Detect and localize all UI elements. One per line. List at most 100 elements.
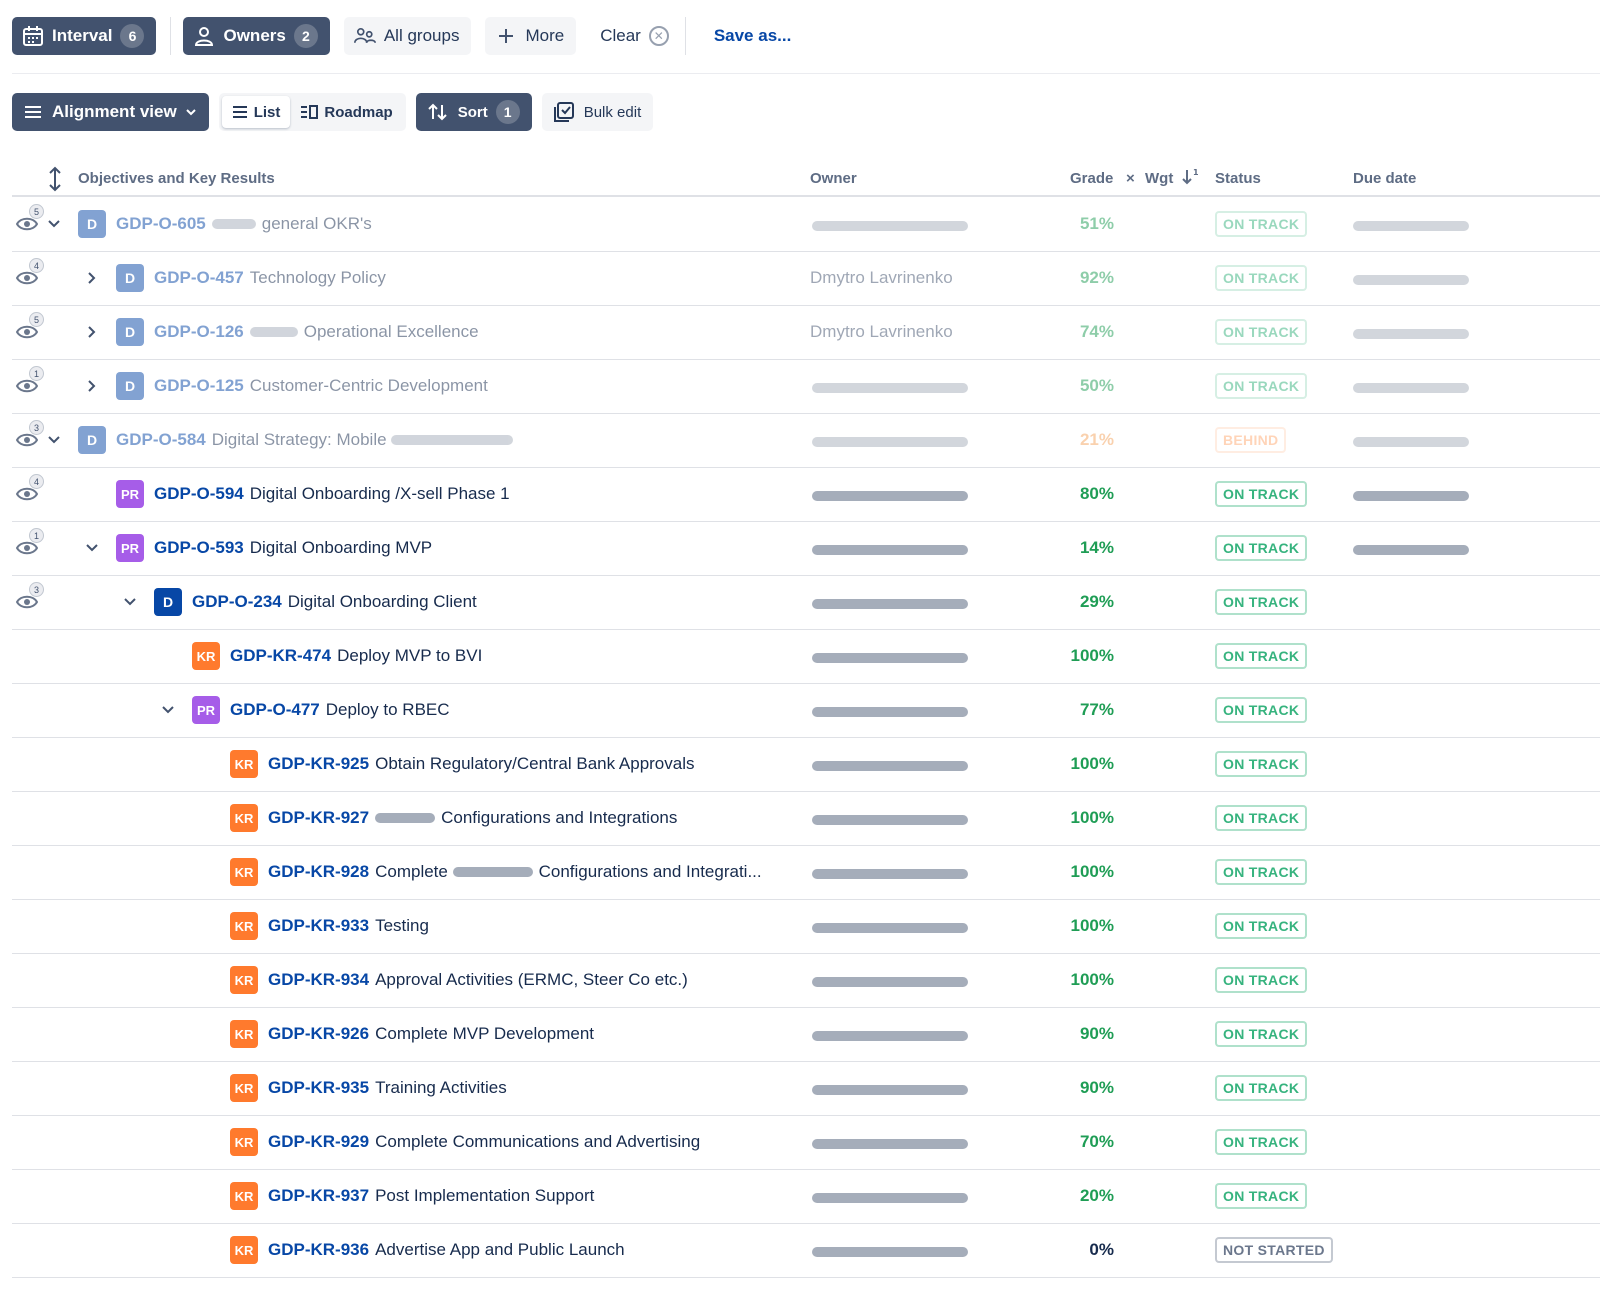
status-badge[interactable]: ON TRACK xyxy=(1215,265,1308,291)
sort-button[interactable]: Sort 1 xyxy=(415,93,532,131)
table-row[interactable]: KR GDP-KR-937 Post Implementation Support 2… xyxy=(12,1170,1600,1224)
status-badge[interactable]: ON TRACK xyxy=(1215,589,1308,615)
okr-key-link[interactable]: GDP-KR-926 xyxy=(268,1024,369,1043)
table-row[interactable]: KR GDP-KR-928 Complete Configurations and … xyxy=(12,846,1600,900)
okr-key-link[interactable]: GDP-O-457 xyxy=(154,268,244,287)
status-badge[interactable]: ON TRACK xyxy=(1215,643,1308,669)
table-row[interactable]: KR GDP-KR-474 Deploy MVP to BVI 100% ON TRAC… xyxy=(12,630,1600,684)
expand-collapse-all-icon[interactable] xyxy=(46,166,64,196)
okr-title[interactable]: GDP-KR-936 Advertise App and Public Launc… xyxy=(268,1240,625,1260)
okr-title[interactable]: GDP-KR-929 Complete Communications and Ad… xyxy=(268,1132,700,1152)
table-row[interactable]: 5 D GDP-O-126 Operational Excellence Dmytro … xyxy=(12,306,1600,360)
okr-key-link[interactable]: GDP-KR-936 xyxy=(268,1240,369,1259)
status-badge[interactable]: ON TRACK xyxy=(1215,1129,1308,1155)
table-row[interactable]: 5 D GDP-O-605 general OKR's 51% ON TRACK xyxy=(12,198,1600,252)
okr-key-link[interactable]: GDP-KR-928 xyxy=(268,862,369,881)
okr-title[interactable]: GDP-KR-937 Post Implementation Support xyxy=(268,1186,594,1206)
okr-title[interactable]: GDP-KR-928 Complete Configurations and In… xyxy=(268,862,762,882)
table-row[interactable]: KR GDP-KR-926 Complete MVP Development 90% O… xyxy=(12,1008,1600,1062)
status-badge[interactable]: ON TRACK xyxy=(1215,211,1308,237)
status-badge[interactable]: ON TRACK xyxy=(1215,535,1308,561)
column-header-owner[interactable]: Owner xyxy=(810,170,857,187)
grade-value[interactable]: 80% xyxy=(1042,484,1114,504)
okr-title[interactable]: GDP-O-605 general OKR's xyxy=(116,214,372,234)
table-row[interactable]: KR GDP-KR-925 Obtain Regulatory/Central Ba… xyxy=(12,738,1600,792)
chevron-down-icon[interactable] xyxy=(160,702,176,718)
status-badge[interactable]: ON TRACK xyxy=(1215,751,1308,777)
grade-value[interactable]: 74% xyxy=(1042,322,1114,342)
interval-filter-button[interactable]: Interval 6 xyxy=(12,17,157,55)
more-filters-button[interactable]: More xyxy=(485,17,577,55)
status-badge[interactable]: ON TRACK xyxy=(1215,805,1308,831)
table-row[interactable]: KR GDP-KR-936 Advertise App and Public Lau… xyxy=(12,1224,1600,1278)
grade-value[interactable]: 90% xyxy=(1042,1024,1114,1044)
chevron-down-icon[interactable] xyxy=(46,432,62,448)
grade-value[interactable]: 100% xyxy=(1042,916,1114,936)
grade-value[interactable]: 70% xyxy=(1042,1132,1114,1152)
table-row[interactable]: KR GDP-KR-934 Approval Activities (ERMC, S… xyxy=(12,954,1600,1008)
owner-name[interactable]: Dmytro Lavrinenko xyxy=(810,322,953,342)
okr-title[interactable]: GDP-O-594 Digital Onboarding /X-sell Phas… xyxy=(154,484,510,504)
grade-value[interactable]: 50% xyxy=(1042,376,1114,396)
owner-name[interactable]: Dmytro Lavrinenko xyxy=(810,268,953,288)
status-badge[interactable]: ON TRACK xyxy=(1215,319,1308,345)
okr-title[interactable]: GDP-O-234 Digital Onboarding Client xyxy=(192,592,477,612)
status-badge[interactable]: ON TRACK xyxy=(1215,1183,1308,1209)
okr-key-link[interactable]: GDP-KR-927 xyxy=(268,808,369,827)
status-badge[interactable]: NOT STARTED xyxy=(1215,1237,1333,1263)
chevron-down-icon[interactable] xyxy=(84,540,100,556)
status-badge[interactable]: ON TRACK xyxy=(1215,481,1308,507)
okr-key-link[interactable]: GDP-KR-937 xyxy=(268,1186,369,1205)
grade-value[interactable]: 92% xyxy=(1042,268,1114,288)
table-row[interactable]: PR GDP-O-477 Deploy to RBEC 77% ON TRACK xyxy=(12,684,1600,738)
table-row[interactable]: 4 D GDP-O-457 Technology Policy Dmytro Lavri… xyxy=(12,252,1600,306)
roadmap-view-tab[interactable]: Roadmap xyxy=(290,96,402,128)
okr-key-link[interactable]: GDP-O-234 xyxy=(192,592,282,611)
table-row[interactable]: 4 PR GDP-O-594 Digital Onboarding /X-sell P… xyxy=(12,468,1600,522)
okr-key-link[interactable]: GDP-O-605 xyxy=(116,214,206,233)
okr-key-link[interactable]: GDP-O-125 xyxy=(154,376,244,395)
grade-value[interactable]: 100% xyxy=(1042,970,1114,990)
grade-value[interactable]: 0% xyxy=(1042,1240,1114,1260)
table-row[interactable]: 3 D GDP-O-584 Digital Strategy: Mobile 21% B… xyxy=(12,414,1600,468)
alignment-view-dropdown[interactable]: Alignment view xyxy=(12,93,209,131)
column-header-status[interactable]: Status xyxy=(1215,170,1261,187)
status-badge[interactable]: BEHIND xyxy=(1215,427,1287,453)
status-badge[interactable]: ON TRACK xyxy=(1215,1021,1308,1047)
status-badge[interactable]: ON TRACK xyxy=(1215,697,1308,723)
chevron-down-icon[interactable] xyxy=(46,216,62,232)
chevron-right-icon[interactable] xyxy=(84,378,100,394)
okr-key-link[interactable]: GDP-O-593 xyxy=(154,538,244,557)
status-badge[interactable]: ON TRACK xyxy=(1215,1075,1308,1101)
okr-title[interactable]: GDP-KR-925 Obtain Regulatory/Central Bank… xyxy=(268,754,695,774)
list-view-tab[interactable]: List xyxy=(221,96,291,128)
grade-value[interactable]: 51% xyxy=(1042,214,1114,234)
okr-key-link[interactable]: GDP-O-477 xyxy=(230,700,320,719)
okr-title[interactable]: GDP-O-584 Digital Strategy: Mobile xyxy=(116,430,519,450)
column-header-objectives[interactable]: Objectives and Key Results xyxy=(78,170,275,187)
okr-key-link[interactable]: GDP-KR-934 xyxy=(268,970,369,989)
table-row[interactable]: 3 D GDP-O-234 Digital Onboarding Client 29% O… xyxy=(12,576,1600,630)
grade-value[interactable]: 90% xyxy=(1042,1078,1114,1098)
column-header-grade[interactable]: Grade xyxy=(1070,170,1113,187)
column-header-weight[interactable]: Wgt xyxy=(1145,170,1173,187)
all-groups-filter-button[interactable]: All groups xyxy=(343,17,472,55)
grade-value[interactable]: 100% xyxy=(1042,862,1114,882)
bulk-edit-button[interactable]: Bulk edit xyxy=(541,93,654,131)
okr-title[interactable]: GDP-KR-934 Approval Activities (ERMC, Ste… xyxy=(268,970,688,990)
grade-value[interactable]: 14% xyxy=(1042,538,1114,558)
chevron-right-icon[interactable] xyxy=(84,270,100,286)
column-header-due-date[interactable]: Due date xyxy=(1353,170,1416,187)
status-badge[interactable]: ON TRACK xyxy=(1215,859,1308,885)
table-row[interactable]: 1 D GDP-O-125 Customer-Centric Development 5… xyxy=(12,360,1600,414)
chevron-down-icon[interactable] xyxy=(122,594,138,610)
save-as-link[interactable]: Save as... xyxy=(714,26,792,46)
okr-title[interactable]: GDP-KR-927 Configurations and Integration… xyxy=(268,808,677,828)
okr-title[interactable]: GDP-O-593 Digital Onboarding MVP xyxy=(154,538,432,558)
status-badge[interactable]: ON TRACK xyxy=(1215,373,1308,399)
table-row[interactable]: KR GDP-KR-935 Training Activities 90% ON TRA… xyxy=(12,1062,1600,1116)
table-row[interactable]: KR GDP-KR-927 Configurations and Integrati… xyxy=(12,792,1600,846)
okr-title[interactable]: GDP-KR-935 Training Activities xyxy=(268,1078,507,1098)
okr-title[interactable]: GDP-KR-474 Deploy MVP to BVI xyxy=(230,646,482,666)
okr-title[interactable]: GDP-KR-933 Testing xyxy=(268,916,429,936)
